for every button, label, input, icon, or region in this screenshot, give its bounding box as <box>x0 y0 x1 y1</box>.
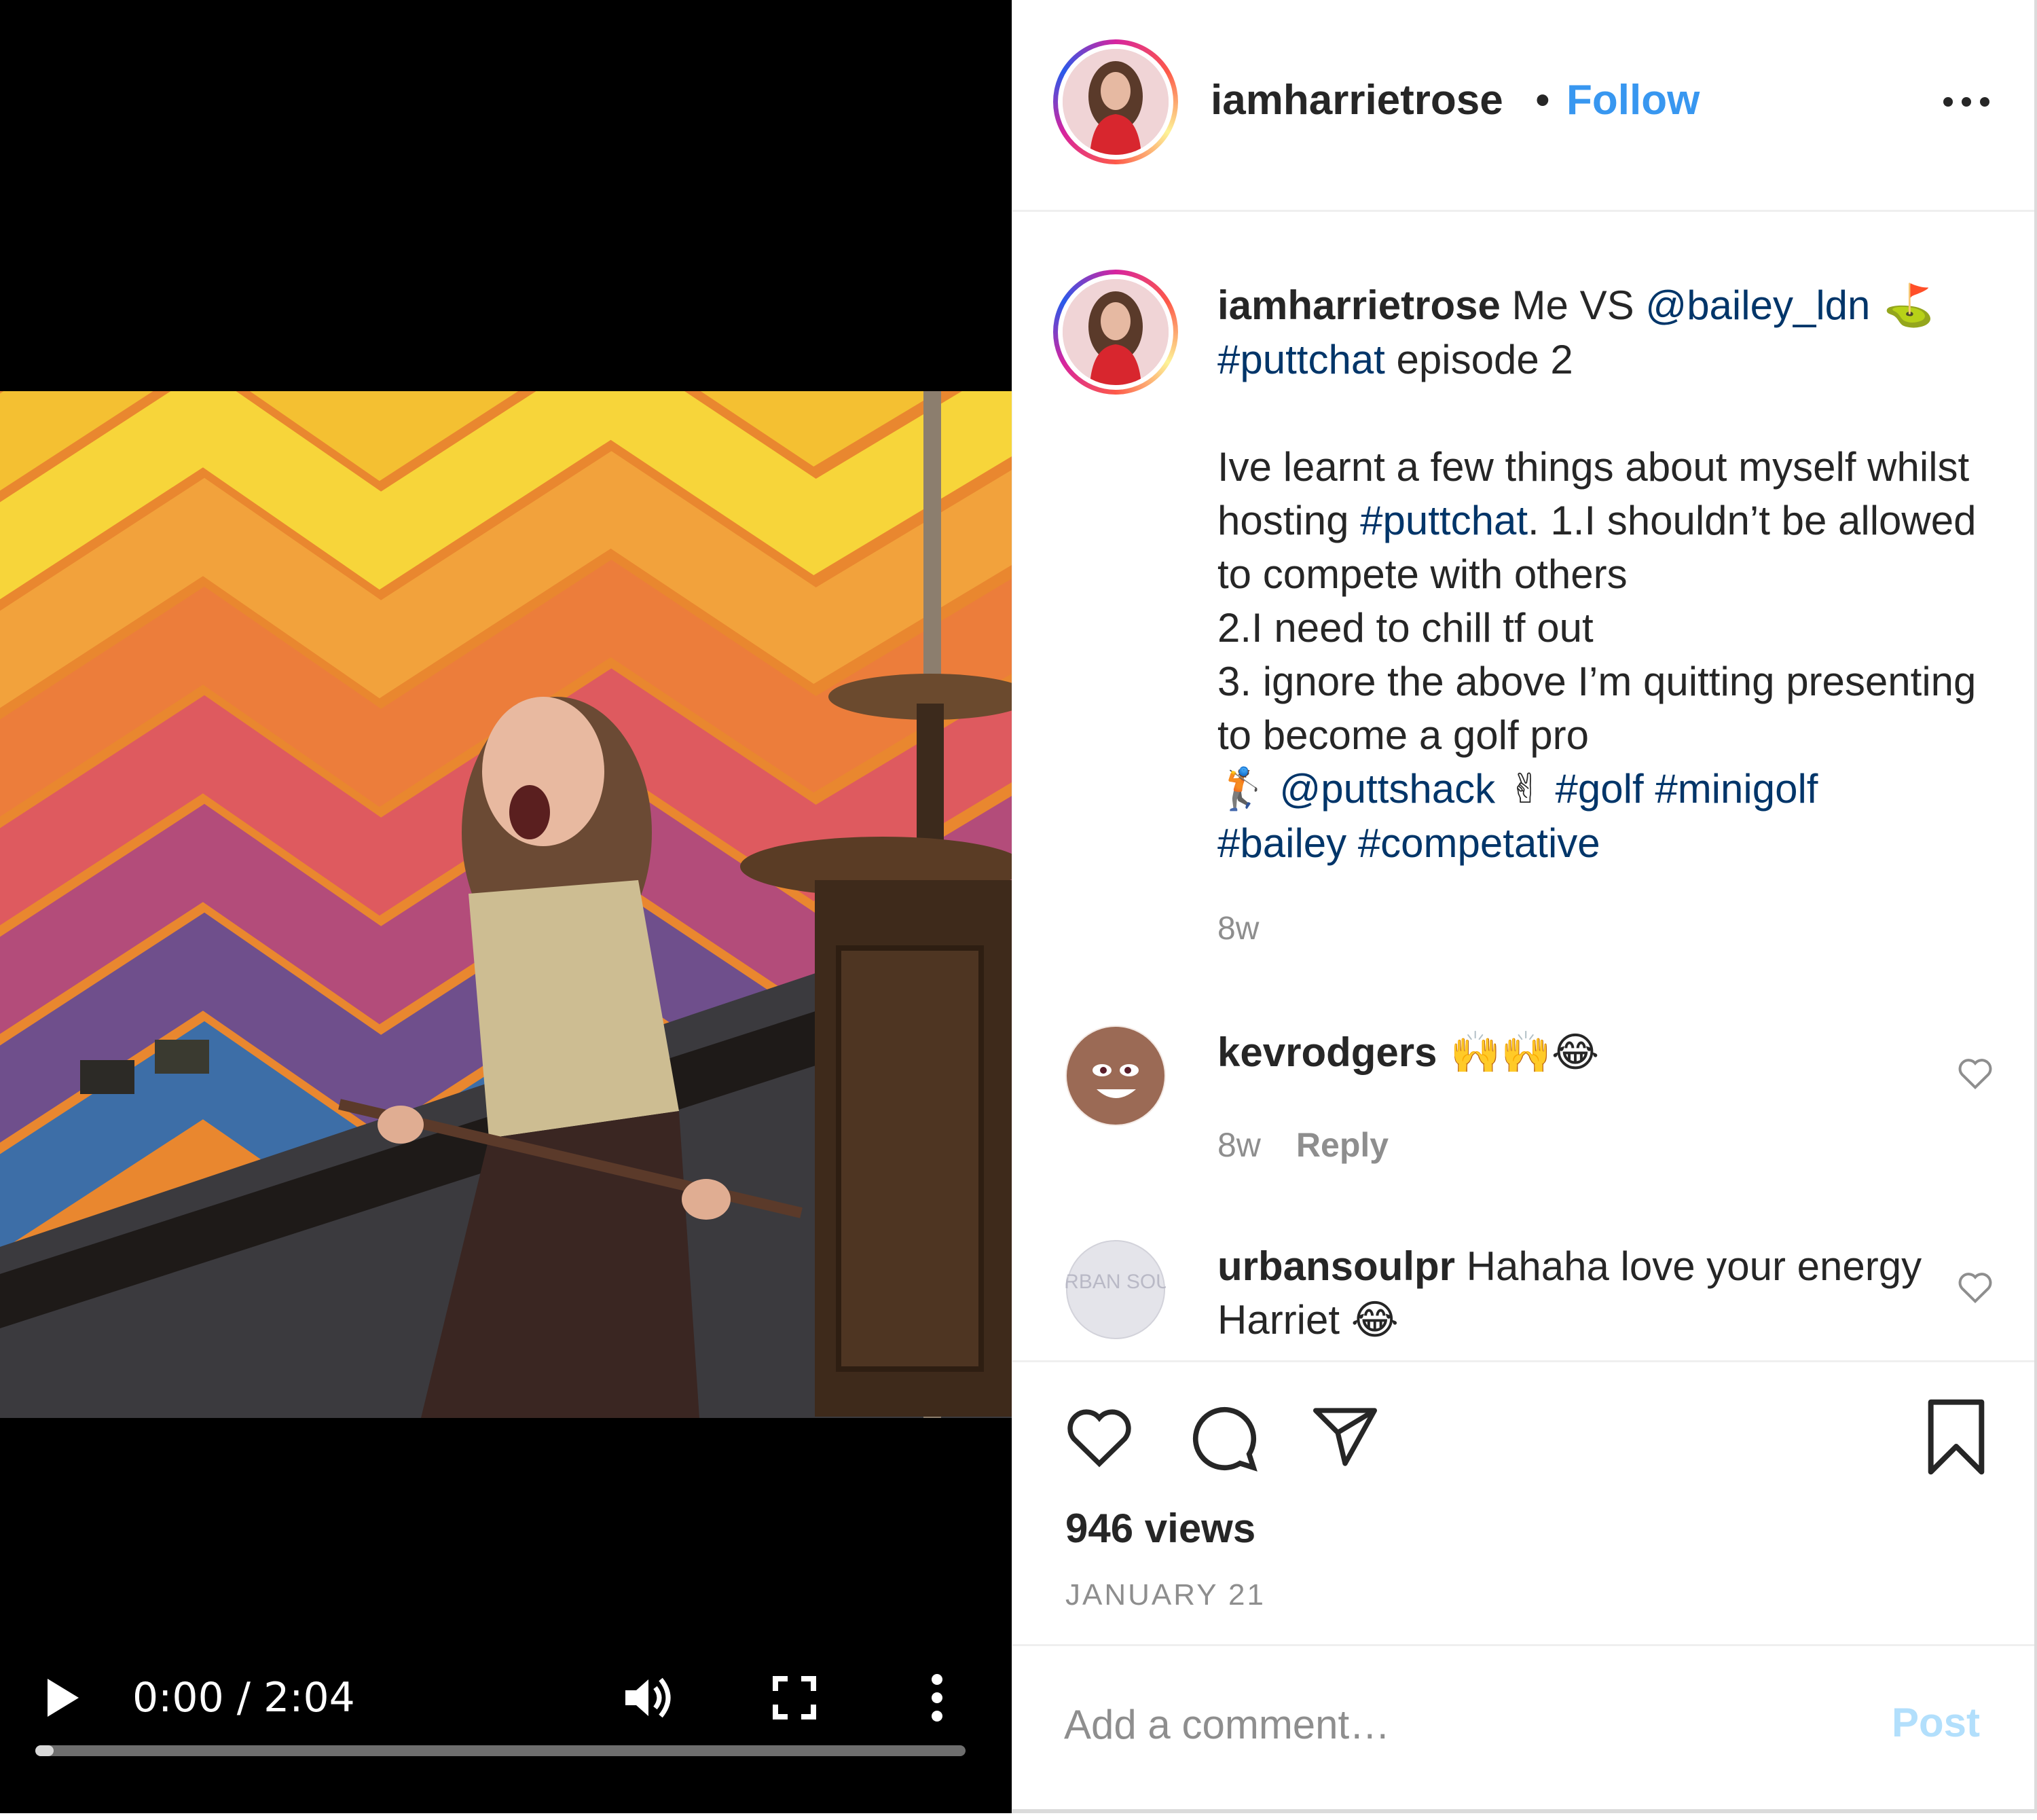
add-comment-bar: Post <box>1012 1644 2034 1813</box>
mention-link[interactable]: @puttshack <box>1279 766 1495 812</box>
hashtag-link[interactable]: #puttchat <box>1217 337 1385 382</box>
video-player[interactable]: 0:00 / 2:04 <box>0 0 1012 1813</box>
comment-text: 🙌🙌😂 <box>1437 1029 1600 1076</box>
comment-body: urbansoulpr Hahaha love your energy Harr… <box>1217 1239 1930 1347</box>
comment-body: kevrodgers 🙌🙌😂 <box>1217 1025 1930 1080</box>
mention-link[interactable]: @bailey_ldn <box>1645 283 1870 328</box>
video-time: 0:00 / 2:04 <box>132 1674 355 1722</box>
hashtag-link[interactable]: #competative <box>1358 820 1600 866</box>
comment-meta: 8w Reply <box>1217 1125 1389 1165</box>
separator-dot: • <box>1535 77 1550 124</box>
post-comment-button[interactable]: Post <box>1892 1699 1980 1746</box>
video-progress-fill <box>35 1745 54 1756</box>
like-comment-heart-icon[interactable] <box>1955 1267 1996 1307</box>
fullscreen-icon[interactable] <box>764 1671 825 1725</box>
victory-hand-emoji: ✌ <box>1495 765 1556 813</box>
hashtag-link[interactable]: #bailey <box>1217 820 1346 866</box>
view-count[interactable]: 946 views <box>1065 1505 1255 1552</box>
like-comment-heart-icon[interactable] <box>1955 1053 1996 1093</box>
caption-text: Me VS <box>1500 283 1646 328</box>
commenter-avatar[interactable] <box>1065 1025 1166 1126</box>
video-controls: 0:00 / 2:04 <box>0 1630 1012 1806</box>
comment-input[interactable] <box>1064 1687 1811 1762</box>
more-horizontal-icon[interactable] <box>1936 75 1997 129</box>
follow-button[interactable]: Follow <box>1566 68 1700 133</box>
post-sidebar: iamharrietrose • Follow iamharrietrose M… <box>1012 0 2037 1813</box>
heart-icon[interactable] <box>1059 1396 1140 1478</box>
video-frame[interactable] <box>0 391 1012 1418</box>
golfer-emoji: 🏌 <box>1217 765 1268 813</box>
comment-username[interactable]: kevrodgers <box>1217 1030 1437 1075</box>
caption-username[interactable]: iamharrietrose <box>1217 283 1501 328</box>
avatar[interactable] <box>1053 39 1178 164</box>
volume-icon[interactable] <box>618 1671 679 1725</box>
post-header: iamharrietrose • Follow <box>1012 0 2034 212</box>
paper-plane-icon[interactable] <box>1304 1396 1386 1478</box>
bookmark-icon[interactable] <box>1915 1396 1997 1478</box>
commenter-avatar[interactable]: URBAN SOUL <box>1065 1239 1166 1340</box>
reply-button[interactable]: Reply <box>1296 1126 1389 1164</box>
comment-username[interactable]: urbansoulpr <box>1217 1243 1455 1289</box>
post-actions: 946 views JANUARY 21 <box>1012 1360 2034 1644</box>
more-vertical-icon[interactable] <box>910 1671 964 1725</box>
caption-avatar[interactable] <box>1053 270 1178 395</box>
comments-list[interactable]: iamharrietrose Me VS @bailey_ldn ⛳ #putt… <box>1012 214 2034 1360</box>
caption-timestamp[interactable]: 8w <box>1217 910 1259 947</box>
video-progress-bar[interactable] <box>35 1745 966 1756</box>
comment-timestamp[interactable]: 8w <box>1217 1126 1261 1164</box>
post-date[interactable]: JANUARY 21 <box>1065 1578 1266 1612</box>
play-icon[interactable] <box>35 1671 90 1725</box>
video-still-image <box>0 391 1012 1418</box>
golf-flag-emoji: ⛳ <box>1870 282 1934 329</box>
comment-bubble-icon[interactable] <box>1182 1396 1264 1478</box>
hashtag-link[interactable]: #minigolf <box>1655 766 1818 812</box>
hashtag-link[interactable]: #puttchat <box>1360 498 1528 543</box>
hashtag-link[interactable]: #golf <box>1556 766 1644 812</box>
avatar-logo-text: URBAN SOUL <box>1065 1271 1166 1293</box>
post-caption: iamharrietrose Me VS @bailey_ldn ⛳ #putt… <box>1217 278 2012 870</box>
header-username[interactable]: iamharrietrose <box>1211 68 1503 133</box>
